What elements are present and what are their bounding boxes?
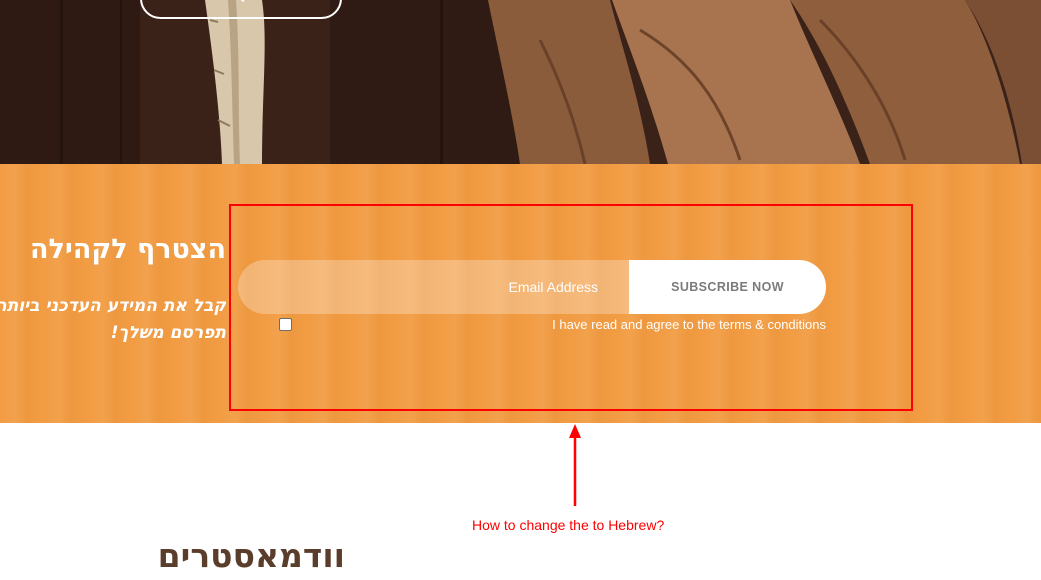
- hero-image: [0, 0, 1041, 164]
- newsletter-title: הצטרף לקהילה: [30, 234, 226, 265]
- newsletter-subtitle: קבל את המידע העדכני ביותר תפרסם משלך!: [0, 293, 226, 345]
- hero-photo: [0, 0, 1041, 164]
- hero-cta-button[interactable]: [140, 0, 342, 19]
- arrow-icon: [235, 0, 251, 3]
- newsletter-subtitle-line2: תפרסם משלך!: [110, 323, 226, 343]
- annotation-note: How to change the to Hebrew?: [472, 517, 665, 533]
- newsletter-subtitle-line1: קבל את המידע העדכני ביותר: [0, 296, 226, 316]
- annotation-highlight-box: [229, 204, 913, 411]
- section-heading: וודמאסטרים: [157, 536, 345, 575]
- annotation-arrow-icon: [569, 424, 581, 506]
